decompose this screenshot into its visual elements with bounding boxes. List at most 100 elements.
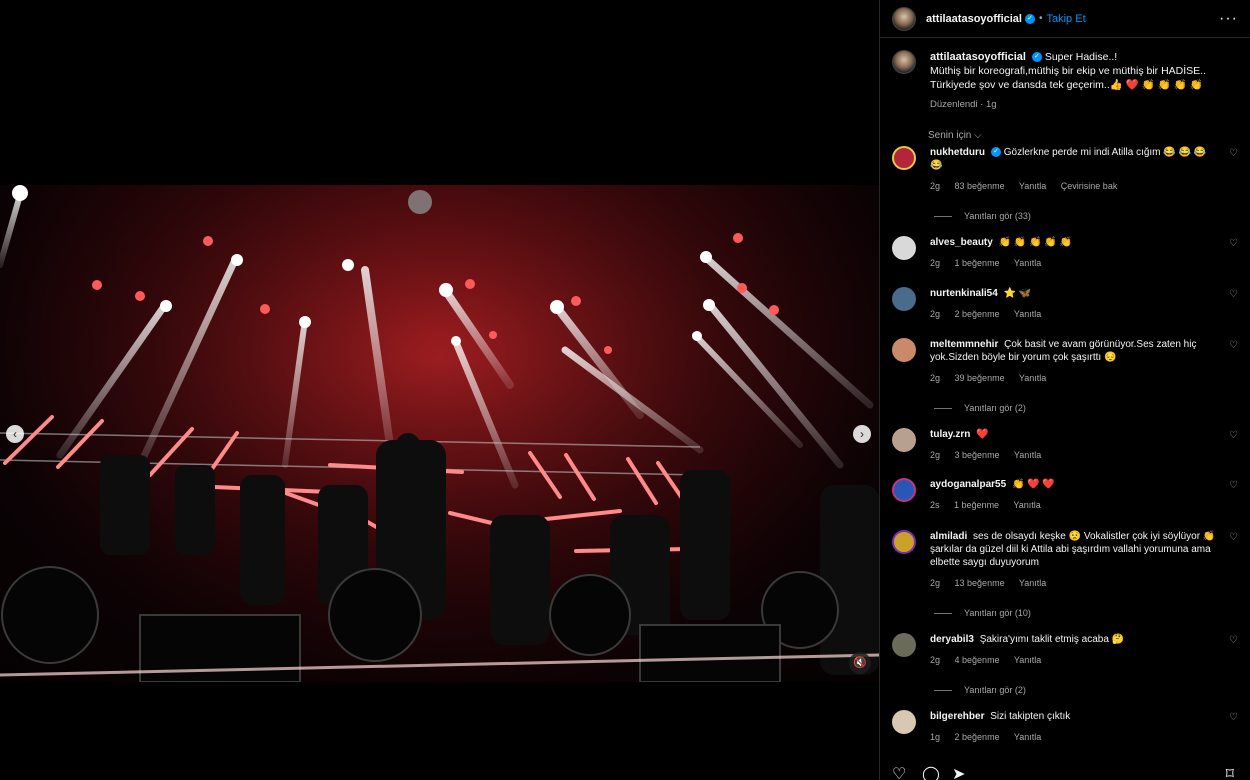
reply-button[interactable]: Yanıtla bbox=[1013, 500, 1040, 510]
comment-like-heart-icon[interactable]: ♡ bbox=[1229, 238, 1238, 249]
comment-like-heart-icon[interactable]: ♡ bbox=[1229, 289, 1238, 300]
view-replies-button[interactable]: Yanıtları gör (10) bbox=[934, 608, 1242, 618]
comment-text: ⭐ 🦋 bbox=[1003, 288, 1032, 299]
comment-text: 👏 ❤️ ❤️ bbox=[1011, 479, 1055, 490]
comment-item: meltemmnehir Çok basit ve avam görünüyor… bbox=[892, 338, 1242, 413]
commenter-avatar[interactable] bbox=[892, 633, 916, 657]
caption-username[interactable]: attilaatasoyofficial bbox=[930, 51, 1026, 63]
comment-icon[interactable]: ◯ bbox=[922, 764, 940, 780]
comment-sort-dropdown[interactable]: Senin için ⌵ bbox=[928, 130, 1250, 141]
concert-video[interactable]: ‹ › 🔇 bbox=[0, 185, 879, 682]
post-actions-bar: ♡ ◯ ➤ ⌑ bbox=[892, 766, 1242, 780]
author-avatar[interactable] bbox=[892, 6, 916, 31]
comment-likes[interactable]: 3 beğenme bbox=[955, 450, 1000, 460]
reply-button[interactable]: Yanıtla bbox=[1019, 578, 1046, 588]
stage-scene-illustration bbox=[0, 185, 879, 682]
comment-likes[interactable]: 2 beğenme bbox=[955, 309, 1000, 319]
comment-time: 2g bbox=[930, 309, 941, 319]
follow-button[interactable]: Takip Et bbox=[1047, 13, 1086, 25]
comment-time: 2g bbox=[930, 450, 941, 460]
bookmark-icon[interactable]: ⌑ bbox=[1226, 764, 1234, 780]
comment-likes[interactable]: 1 beğenme bbox=[954, 500, 999, 510]
comment-like-heart-icon[interactable]: ♡ bbox=[1229, 430, 1238, 441]
caption-author-avatar[interactable] bbox=[892, 50, 916, 74]
reply-button[interactable]: Yanıtla bbox=[1019, 181, 1046, 191]
comment-time: 2s bbox=[930, 500, 940, 510]
commenter-avatar[interactable] bbox=[892, 146, 916, 170]
mute-toggle-button[interactable]: 🔇 bbox=[849, 652, 871, 674]
commenter-avatar[interactable] bbox=[892, 530, 916, 554]
commenter-username[interactable]: tulay.zrn bbox=[930, 429, 970, 440]
comment-like-heart-icon[interactable]: ♡ bbox=[1229, 635, 1238, 646]
view-replies-button[interactable]: Yanıtları gör (2) bbox=[934, 403, 1242, 413]
comment-likes[interactable]: 2 beğenme bbox=[955, 732, 1000, 742]
reply-button[interactable]: Yanıtla bbox=[1014, 450, 1041, 460]
commenter-avatar[interactable] bbox=[892, 236, 916, 260]
comment-likes[interactable]: 39 beğenme bbox=[955, 373, 1005, 383]
post-header: attilaatasoyofficial ✓ • Takip Et ··· bbox=[880, 0, 1250, 38]
comment-time: 2g bbox=[930, 578, 941, 588]
comment-text: Sizi takipten çıktık bbox=[990, 711, 1071, 722]
reply-button[interactable]: Yanıtla bbox=[1014, 732, 1041, 742]
commenter-username[interactable]: deryabil3 bbox=[930, 634, 974, 645]
commenter-avatar[interactable] bbox=[892, 428, 916, 452]
view-replies-label: Yanıtları gör (2) bbox=[964, 685, 1026, 695]
comment-like-heart-icon[interactable]: ♡ bbox=[1229, 480, 1238, 491]
translate-button[interactable]: Çevirisine bak bbox=[1061, 181, 1118, 191]
chevron-down-icon: ⌵ bbox=[974, 130, 982, 141]
comment-item: almiladi ses de olsaydı keşke 😟 Vokalist… bbox=[892, 530, 1242, 618]
separator-dot: • bbox=[1038, 13, 1043, 24]
comment-item: tulay.zrn ❤️ 2g 3 beğenme Yanıtla ♡ bbox=[892, 428, 1242, 462]
commenter-avatar[interactable] bbox=[892, 478, 916, 502]
view-replies-label: Yanıtları gör (10) bbox=[964, 608, 1031, 618]
reply-button[interactable]: Yanıtla bbox=[1019, 373, 1046, 383]
comment-likes[interactable]: 83 beğenme bbox=[955, 181, 1005, 191]
comment-like-heart-icon[interactable]: ♡ bbox=[1229, 532, 1238, 543]
commenter-username[interactable]: alves_beauty bbox=[930, 237, 993, 248]
sort-label: Senin için bbox=[928, 130, 972, 141]
post-media: ‹ › 🔇 bbox=[0, 0, 879, 780]
comment-like-heart-icon[interactable]: ♡ bbox=[1229, 340, 1238, 351]
post-caption: attilaatasoyofficial ✓ Super Hadise..! M… bbox=[880, 38, 1250, 112]
verified-badge-icon: ✓ bbox=[991, 147, 1001, 158]
comment-text: 👏 👏 👏 👏 👏 bbox=[998, 237, 1072, 248]
commenter-username[interactable]: meltemmnehir bbox=[930, 339, 998, 350]
commenter-username[interactable]: almiladi bbox=[930, 531, 967, 542]
verified-badge-icon: ✓ bbox=[1031, 52, 1042, 63]
prev-slide-button[interactable]: ‹ bbox=[6, 425, 24, 443]
comment-item: aydoganalpar55 👏 ❤️ ❤️ 2s 1 beğenme Yanı… bbox=[892, 478, 1242, 512]
caption-line-1: Super Hadise..! bbox=[1044, 51, 1118, 63]
comment-time: 2g bbox=[930, 258, 941, 268]
verified-badge-icon: ✓ bbox=[1024, 13, 1035, 24]
commenter-username[interactable]: aydoganalpar55 bbox=[930, 479, 1006, 490]
commenter-avatar[interactable] bbox=[892, 338, 916, 362]
commenter-username[interactable]: nurtenkinali54 bbox=[930, 288, 998, 299]
commenter-username[interactable]: bilgerehber bbox=[930, 711, 984, 722]
comment-likes[interactable]: 13 beğenme bbox=[955, 578, 1005, 588]
post-details-panel: attilaatasoyofficial ✓ • Takip Et ··· at… bbox=[879, 0, 1250, 780]
next-slide-button[interactable]: › bbox=[853, 425, 871, 443]
commenter-avatar[interactable] bbox=[892, 287, 916, 311]
comment-like-heart-icon[interactable]: ♡ bbox=[1229, 148, 1238, 159]
reply-button[interactable]: Yanıtla bbox=[1014, 655, 1041, 665]
share-icon[interactable]: ➤ bbox=[952, 764, 965, 780]
view-replies-button[interactable]: Yanıtları gör (33) bbox=[934, 211, 1242, 221]
comment-item: deryabil3 Şakira'yımı taklit etmiş acaba… bbox=[892, 633, 1242, 695]
comment-text: Şakira'yımı taklit etmiş acaba 🤔 bbox=[979, 634, 1125, 645]
view-replies-button[interactable]: Yanıtları gör (2) bbox=[934, 685, 1242, 695]
reply-button[interactable]: Yanıtla bbox=[1014, 258, 1041, 268]
more-options-icon[interactable]: ··· bbox=[1219, 10, 1238, 28]
comment-time: 2g bbox=[930, 181, 941, 191]
commenter-username[interactable]: nukhetduru bbox=[930, 147, 985, 158]
comment-text: ❤️ bbox=[976, 429, 989, 440]
comment-likes[interactable]: 1 beğenme bbox=[955, 258, 1000, 268]
caption-line-2: Müthiş bir koreografi,müthiş bir ekip ve… bbox=[930, 65, 1207, 77]
author-username[interactable]: attilaatasoyofficial bbox=[926, 13, 1022, 25]
comment-likes[interactable]: 4 beğenme bbox=[955, 655, 1000, 665]
comment-time: 1g bbox=[930, 732, 941, 742]
comment-like-heart-icon[interactable]: ♡ bbox=[1229, 712, 1238, 723]
chevron-left-icon: ‹ bbox=[13, 427, 17, 441]
heart-icon[interactable]: ♡ bbox=[892, 764, 906, 780]
reply-button[interactable]: Yanıtla bbox=[1014, 309, 1041, 319]
commenter-avatar[interactable] bbox=[892, 710, 916, 734]
